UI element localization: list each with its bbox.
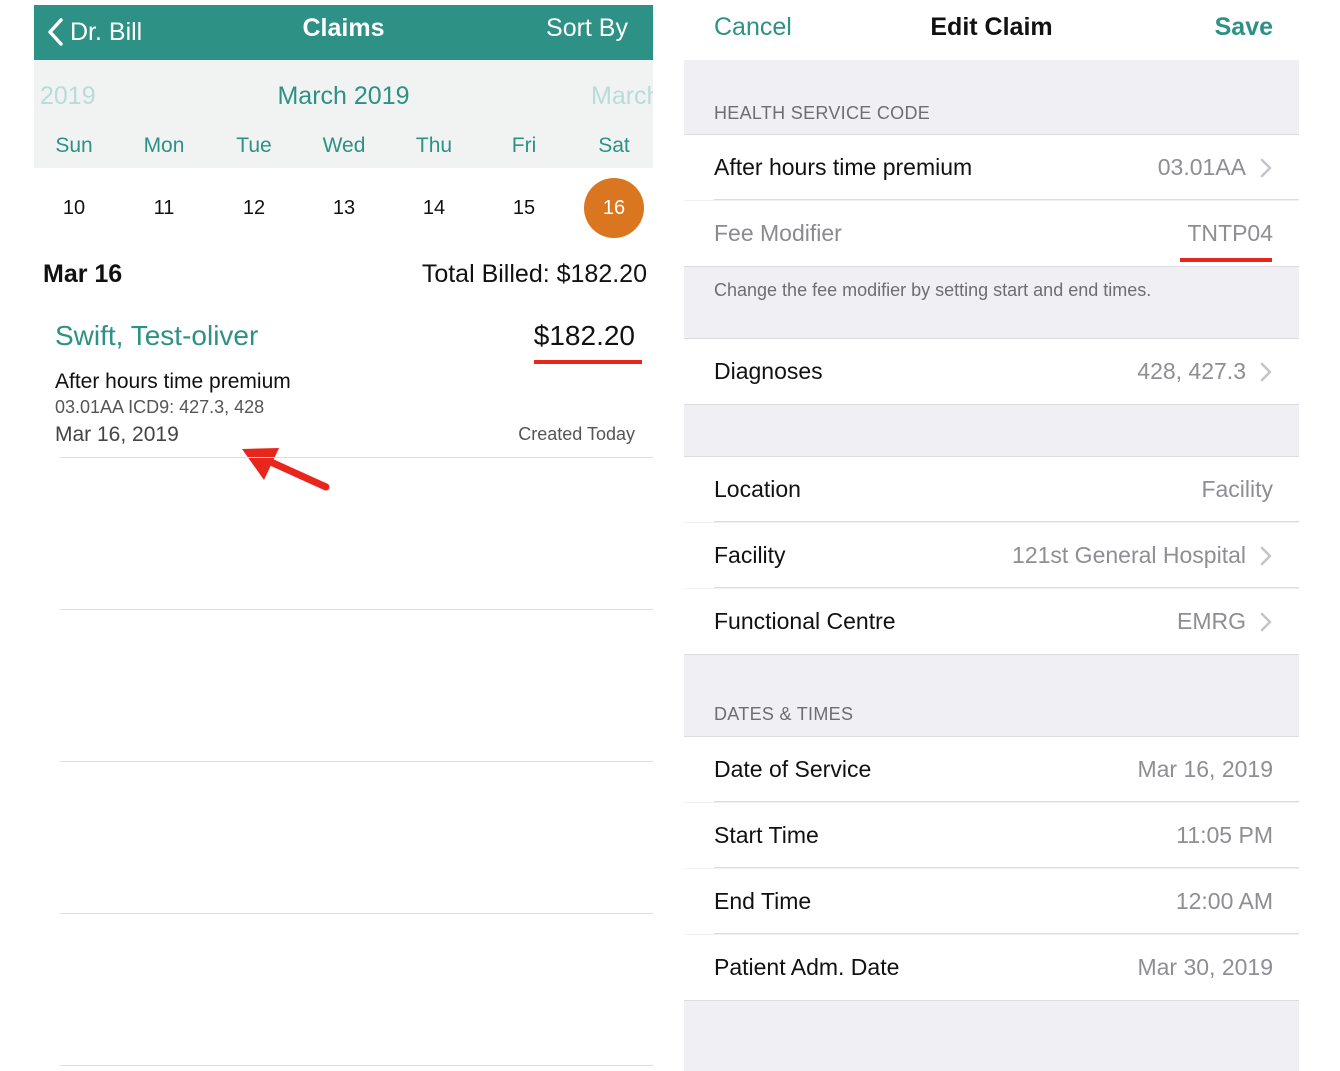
diagnoses-row[interactable]: Diagnoses 428, 427.3 bbox=[684, 339, 1299, 404]
start-time-label: Start Time bbox=[714, 822, 819, 848]
sort-by-button[interactable]: Sort By bbox=[546, 14, 628, 43]
service-code-value: 03.01AA bbox=[1157, 154, 1246, 180]
save-button[interactable]: Save bbox=[1215, 13, 1273, 42]
annotation-arrow-icon bbox=[242, 448, 330, 491]
claims-navbar: Dr. Bill Claims Sort By bbox=[34, 5, 653, 60]
end-time-label: End Time bbox=[714, 888, 812, 914]
divider bbox=[714, 933, 1299, 934]
current-month-label: March 2019 bbox=[277, 82, 410, 110]
fee-modifier-row: Fee Modifier TNTP04 bbox=[684, 201, 1299, 266]
facility-label: Facility bbox=[714, 542, 786, 568]
claims-screen: Dr. Bill Claims Sort By 2019 March 2019 … bbox=[34, 5, 653, 1071]
chevron-right-icon bbox=[1260, 158, 1272, 178]
claim-description: After hours time premium bbox=[55, 370, 291, 393]
fee-modifier-label: Fee Modifier bbox=[714, 220, 842, 246]
calendar-day[interactable]: 15 bbox=[494, 178, 554, 238]
functional-centre-row[interactable]: Functional Centre EMRG bbox=[684, 589, 1299, 654]
start-time-value: 11:05 PM bbox=[1176, 822, 1273, 848]
date-of-service-row[interactable]: Date of Service Mar 16, 2019 bbox=[684, 737, 1299, 802]
divider bbox=[714, 587, 1299, 588]
fee-modifier-value: TNTP04 bbox=[1187, 220, 1273, 246]
diagnoses-label: Diagnoses bbox=[714, 358, 823, 384]
cancel-button[interactable]: Cancel bbox=[714, 13, 792, 42]
weekday-label: Fri bbox=[511, 134, 537, 157]
calendar-day[interactable]: 10 bbox=[44, 178, 104, 238]
claim-amount: $182.20 bbox=[533, 320, 635, 351]
claim-service-date: Mar 16, 2019 bbox=[55, 423, 179, 446]
list-separator bbox=[60, 913, 653, 914]
calendar-day[interactable]: 12 bbox=[224, 178, 284, 238]
edit-claim-screen: Cancel Edit Claim Save HEALTH SERVICE CO… bbox=[684, 0, 1299, 1071]
service-code-label: After hours time premium bbox=[714, 154, 973, 180]
list-separator bbox=[60, 1065, 653, 1066]
weekday-label: Tue bbox=[236, 134, 272, 157]
divider bbox=[684, 1000, 1299, 1001]
weekday-label: Sun bbox=[55, 134, 93, 157]
calendar-header: 2019 March 2019 March 2019 Sun Mon Tue W… bbox=[34, 60, 653, 168]
claim-created-label: Created Today bbox=[518, 424, 635, 444]
date-of-service-value: Mar 16, 2019 bbox=[1137, 756, 1273, 782]
weekday-label: Thu bbox=[415, 134, 453, 157]
annotation-underline bbox=[534, 360, 642, 364]
total-billed-label: Total Billed: $182.20 bbox=[421, 260, 647, 288]
facility-value: 121st General Hospital bbox=[1012, 542, 1246, 568]
diagnoses-value: 428, 427.3 bbox=[1137, 358, 1246, 384]
selected-date-heading: Mar 16 bbox=[43, 260, 123, 288]
calendar-day[interactable]: 14 bbox=[404, 178, 464, 238]
claim-patient-name[interactable]: Swift, Test-oliver bbox=[55, 320, 258, 352]
divider bbox=[684, 654, 1299, 655]
date-of-service-label: Date of Service bbox=[714, 756, 872, 782]
section-header-health-service: HEALTH SERVICE CODE bbox=[714, 103, 931, 123]
location-row[interactable]: Location Facility bbox=[684, 457, 1299, 522]
back-button-label: Dr. Bill bbox=[70, 17, 143, 46]
start-time-row[interactable]: Start Time 11:05 PM bbox=[684, 803, 1299, 868]
calendar-day-selected[interactable]: 16 bbox=[584, 178, 644, 238]
list-separator bbox=[60, 761, 653, 762]
edit-claim-navbar: Cancel Edit Claim Save bbox=[684, 0, 1299, 60]
calendar-day[interactable]: 13 bbox=[314, 178, 374, 238]
divider bbox=[714, 801, 1299, 802]
weekday-label: Sat bbox=[598, 134, 630, 157]
service-code-row[interactable]: After hours time premium 03.01AA bbox=[684, 135, 1299, 200]
location-value: Facility bbox=[1201, 476, 1273, 502]
end-time-value: 12:00 AM bbox=[1175, 888, 1273, 914]
functional-centre-value: EMRG bbox=[1177, 608, 1246, 634]
divider bbox=[684, 404, 1299, 405]
annotation-underline bbox=[1180, 258, 1272, 262]
admission-date-value: Mar 30, 2019 bbox=[1137, 954, 1273, 980]
weekday-label: Wed bbox=[322, 134, 366, 157]
functional-centre-label: Functional Centre bbox=[714, 608, 896, 634]
location-label: Location bbox=[714, 476, 801, 502]
list-separator bbox=[60, 609, 653, 610]
chevron-right-icon bbox=[1260, 612, 1272, 632]
list-separator bbox=[60, 457, 653, 458]
fee-modifier-footnote: Change the fee modifier by setting start… bbox=[714, 280, 1152, 300]
divider bbox=[714, 867, 1299, 868]
claim-codes: 03.01AA ICD9: 427.3, 428 bbox=[55, 397, 265, 417]
chevron-right-icon bbox=[1260, 546, 1272, 566]
chevron-right-icon bbox=[1260, 362, 1272, 382]
facility-row[interactable]: Facility 121st General Hospital bbox=[684, 523, 1299, 588]
section-header-dates-times: DATES & TIMES bbox=[714, 704, 854, 724]
divider bbox=[714, 199, 1299, 200]
chevron-left-icon bbox=[48, 18, 63, 46]
back-button[interactable]: Dr. Bill bbox=[46, 11, 142, 53]
weekday-label: Mon bbox=[143, 134, 185, 157]
next-month-label[interactable]: March 2019 bbox=[591, 82, 653, 111]
end-time-row[interactable]: End Time 12:00 AM bbox=[684, 869, 1299, 934]
admission-date-label: Patient Adm. Date bbox=[714, 954, 900, 980]
calendar-day[interactable]: 11 bbox=[134, 178, 194, 238]
divider bbox=[684, 266, 1299, 267]
admission-date-row[interactable]: Patient Adm. Date Mar 30, 2019 bbox=[684, 935, 1299, 1000]
divider bbox=[714, 521, 1299, 522]
